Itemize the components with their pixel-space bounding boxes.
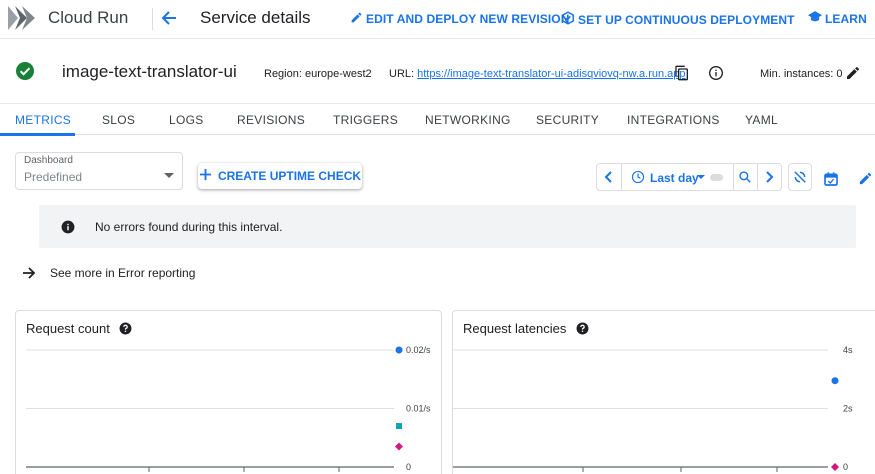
tab-revisions[interactable]: REVISIONS: [237, 113, 305, 127]
learn-label: LEARN: [825, 11, 867, 26]
time-toggle-icon[interactable]: [710, 174, 723, 181]
see-more-error-reporting-link[interactable]: See more in Error reporting: [50, 266, 195, 280]
request-count-point-circle[interactable]: [395, 346, 403, 354]
request-latencies-y-tick-label: 4s: [843, 345, 853, 355]
no-errors-text: No errors found during this interval.: [95, 220, 283, 234]
create-uptime-check-label: CREATE UPTIME CHECK: [217, 169, 362, 183]
service-url: URL: https://image-text-translator-ui-ad…: [389, 68, 686, 80]
dashboard-label: Dashboard: [24, 155, 73, 166]
tab-triggers[interactable]: TRIGGERS: [333, 113, 398, 127]
continuous-deployment-label: SET UP CONTINUOUS DEPLOYMENT: [578, 12, 795, 27]
header-divider-line: [0, 38, 875, 39]
time-range-label[interactable]: Last day: [650, 171, 699, 185]
time-range-selector: Last day: [596, 163, 782, 191]
request-count-y-tick-label: 0.02/s: [406, 345, 431, 355]
time-sep-3: [757, 164, 758, 190]
tab-yaml[interactable]: YAML: [745, 113, 778, 127]
edit-deploy-label: EDIT AND DEPLOY NEW REVISION: [366, 12, 570, 26]
request-count-svg: 0.02/s 0.01/s 0: [26, 345, 431, 472]
request-latencies-card: Request latencies 4s 2s 0: [452, 310, 875, 474]
header-divider: [152, 8, 153, 30]
service-name: image-text-translator-ui: [62, 62, 237, 81]
dropdown-caret-icon: [164, 173, 174, 178]
no-errors-banner: No errors found during this interval.: [39, 205, 856, 248]
edit-dashboard-icon[interactable]: [858, 171, 873, 191]
dashboard-select[interactable]: Dashboard Predefined: [15, 152, 183, 190]
request-latencies-y-tick-label: 2s: [843, 404, 853, 414]
time-sep-1: [621, 164, 622, 190]
page-title: Service details: [200, 8, 311, 27]
request-latencies-svg: 4s 2s 0: [453, 345, 853, 472]
clock-icon: [631, 170, 645, 189]
tab-integrations[interactable]: INTEGRATIONS: [627, 113, 720, 127]
status-ok-icon: [15, 61, 35, 81]
dashboard-value: Predefined: [24, 170, 83, 184]
service-url-link[interactable]: https://image-text-translator-ui-adisqvi…: [417, 68, 685, 80]
tab-networking[interactable]: NETWORKING: [425, 113, 511, 127]
edit-min-instances-icon[interactable]: [845, 65, 863, 83]
calendar-icon[interactable]: [823, 171, 839, 192]
time-sep-2: [733, 164, 734, 190]
active-tab-indicator: [0, 133, 75, 136]
tab-logs[interactable]: LOGS: [169, 113, 204, 127]
sync-off-icon: [794, 171, 806, 183]
request-latencies-chart: 4s 2s 0: [453, 311, 875, 474]
deploy-cube-icon: [561, 11, 575, 28]
request-count-chart: 0.02/s 0.01/s 0: [16, 311, 443, 474]
top-bar: Cloud Run Service details EDIT AND DEPLO…: [0, 0, 875, 38]
create-uptime-check-button[interactable]: CREATE UPTIME CHECK: [198, 163, 362, 189]
back-arrow-icon[interactable]: [160, 7, 180, 29]
chevron-left-icon[interactable]: [603, 170, 615, 189]
auto-refresh-off-button[interactable]: [788, 163, 812, 191]
chevron-right-icon[interactable]: [763, 170, 775, 189]
tab-metrics[interactable]: METRICS: [15, 113, 71, 127]
copy-icon[interactable]: [674, 65, 692, 83]
tab-bar: METRICS SLOS LOGS REVISIONS TRIGGERS NET…: [0, 104, 875, 136]
request-latencies-point-circle[interactable]: [831, 377, 839, 385]
school-icon: [808, 11, 822, 26]
url-label: URL:: [389, 68, 415, 80]
product-name[interactable]: Cloud Run: [48, 8, 128, 28]
request-count-y-tick-label: 0: [406, 462, 411, 472]
edit-deploy-button[interactable]: EDIT AND DEPLOY NEW REVISION: [350, 11, 570, 27]
cloud-run-logo-icon: [8, 6, 36, 30]
info-icon[interactable]: [708, 65, 726, 83]
arrow-right-icon: [22, 266, 36, 284]
plus-icon: [199, 168, 212, 184]
zoom-icon[interactable]: [738, 170, 752, 189]
request-count-point-diamond[interactable]: [395, 442, 403, 451]
request-latencies-y-tick-label: 0: [843, 462, 848, 472]
request-count-card: Request count 0.02/s 0.01/s 0: [15, 310, 442, 474]
min-instances: Min. instances: 0: [760, 68, 843, 80]
time-caret-icon: [697, 175, 705, 179]
tab-security[interactable]: SECURITY: [536, 113, 599, 127]
learn-button[interactable]: LEARN: [808, 11, 867, 26]
pencil-icon: [350, 11, 363, 27]
info-filled-icon: [61, 220, 75, 239]
request-count-point-square[interactable]: [396, 423, 402, 430]
tab-slos[interactable]: SLOS: [102, 113, 135, 127]
service-region: Region: europe-west2: [264, 68, 372, 80]
request-count-y-tick-label: 0.01/s: [406, 404, 431, 414]
continuous-deployment-button[interactable]: SET UP CONTINUOUS DEPLOYMENT: [561, 11, 795, 28]
request-latencies-point-diamond[interactable]: [831, 463, 839, 471]
